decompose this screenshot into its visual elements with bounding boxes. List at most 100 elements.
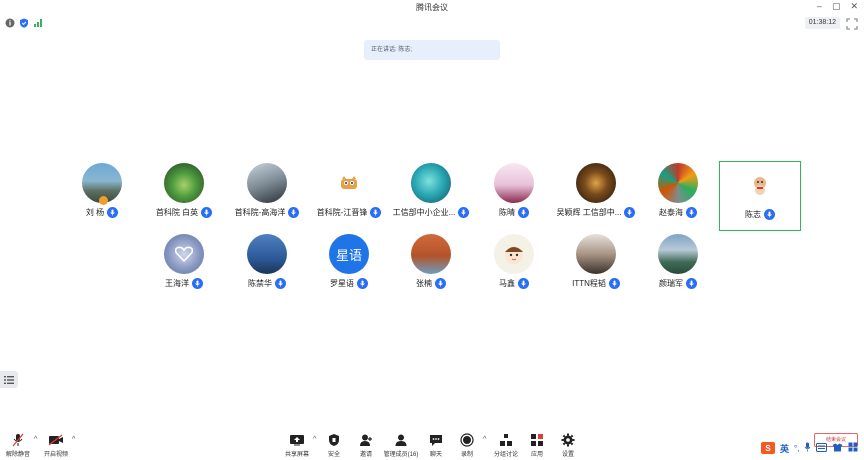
shield-icon[interactable] bbox=[19, 18, 29, 28]
voice-input-icon[interactable] bbox=[804, 439, 811, 457]
participant-tile[interactable]: 王海洋 bbox=[144, 231, 224, 301]
participant-tile[interactable]: 吴颖辉 工信部中... bbox=[556, 160, 636, 230]
participant-tile[interactable]: 马鑫 bbox=[474, 231, 554, 301]
signal-icon[interactable] bbox=[33, 18, 43, 28]
unmute-label: 解除静音 bbox=[5, 452, 30, 458]
participant-tile[interactable]: 星语 罗星语 bbox=[309, 231, 389, 301]
invite-label: 邀请 bbox=[359, 452, 372, 458]
participant-tile[interactable]: 颜瑞军 bbox=[638, 231, 718, 301]
ime-tray: S 英 °, bbox=[761, 441, 858, 455]
ime-language[interactable]: 英 bbox=[780, 442, 789, 455]
maximize-icon[interactable]: ▢ bbox=[832, 1, 841, 12]
avatar bbox=[411, 163, 451, 203]
fullscreen-icon[interactable] bbox=[846, 17, 858, 30]
participant-name: 罗星语 bbox=[330, 279, 354, 288]
security-label: 安全 bbox=[327, 452, 340, 458]
keyboard-icon[interactable] bbox=[816, 439, 828, 457]
microphone-icon bbox=[518, 207, 529, 218]
avatar bbox=[411, 234, 451, 274]
participant-tile[interactable]: 陈晴 bbox=[474, 160, 554, 230]
video-options-chevron-icon[interactable]: ^ bbox=[72, 436, 75, 443]
speaking-prefix: 正在讲话: bbox=[371, 47, 397, 53]
meeting-timer: 01:38:12 bbox=[804, 17, 840, 29]
invite-button[interactable]: 邀请 bbox=[348, 433, 384, 458]
close-icon[interactable]: ✕ bbox=[850, 1, 858, 12]
window-controls: – ▢ ✕ bbox=[817, 1, 858, 12]
participant-tile[interactable]: 工信部中小企业... bbox=[391, 160, 471, 230]
start-video-label: 开启视频 bbox=[43, 452, 68, 458]
host-badge-icon bbox=[99, 196, 108, 205]
avatar bbox=[494, 163, 534, 203]
avatar bbox=[740, 165, 780, 205]
avatar bbox=[247, 163, 287, 203]
speaking-name: 陈志; bbox=[398, 47, 413, 53]
microphone-icon bbox=[624, 207, 636, 218]
avatar bbox=[329, 163, 369, 203]
sogou-ime-icon[interactable]: S bbox=[761, 442, 775, 454]
meeting-window: 腾讯会议 – ▢ ✕ 01:38:12 正在讲话: 陈志; 刘 杨 首科院 白英… bbox=[0, 0, 864, 460]
participant-name: 颜瑞军 bbox=[659, 279, 683, 288]
participant-name: 张楠 bbox=[416, 279, 432, 288]
avatar bbox=[576, 234, 616, 274]
participant-tile[interactable]: 陈禁华 bbox=[227, 231, 307, 301]
participant-tile[interactable]: ITTN程韬 bbox=[556, 231, 636, 301]
microphone-icon bbox=[275, 278, 286, 289]
settings-label: 设置 bbox=[561, 452, 574, 458]
participant-name: 首科院-江晋锋 bbox=[316, 208, 368, 217]
participant-tile[interactable]: 首科院-高海洋 bbox=[227, 160, 307, 230]
microphone-icon bbox=[518, 278, 529, 289]
avatar bbox=[247, 234, 287, 274]
participant-name: 陈志 bbox=[745, 210, 761, 219]
avatar bbox=[494, 234, 534, 274]
participant-tile[interactable]: 首科院 白英 bbox=[144, 160, 224, 230]
participant-name: ITTN程韬 bbox=[572, 279, 606, 288]
microphone-icon bbox=[686, 207, 697, 218]
start-video-button[interactable]: 开启视频 bbox=[38, 433, 74, 458]
participant-name: 陈禁华 bbox=[248, 279, 272, 288]
participant-name: 首科院-高海洋 bbox=[234, 208, 286, 217]
microphone-icon bbox=[201, 207, 213, 218]
avatar bbox=[164, 163, 204, 203]
avatar-initials: 星语 bbox=[335, 247, 362, 263]
unmute-button[interactable]: 解除静音 bbox=[0, 433, 36, 458]
record-label: 录制 bbox=[460, 452, 473, 458]
settings-button[interactable]: 设置 bbox=[550, 433, 586, 458]
participant-name: 首科院 白英 bbox=[155, 208, 199, 217]
punctuation-icon[interactable]: °, bbox=[794, 444, 799, 453]
participant-name: 吴颖辉 工信部中... bbox=[556, 208, 622, 217]
minimize-icon[interactable]: – bbox=[817, 1, 822, 12]
participant-tile[interactable]: 张楠 bbox=[391, 231, 471, 301]
participant-name: 赵泰海 bbox=[659, 208, 683, 217]
toolbox-icon[interactable] bbox=[848, 439, 858, 457]
participant-tile[interactable]: 首科院-江晋锋 bbox=[309, 160, 389, 230]
member-list-toggle-icon[interactable] bbox=[0, 371, 18, 388]
microphone-icon bbox=[192, 278, 203, 289]
microphone-icon bbox=[435, 278, 446, 289]
bottom-toolbar: 解除静音 ^ 开启视频 ^ 共享屏幕 ^ 安全 邀请 管理成员(16) 聊天 录… bbox=[0, 430, 864, 460]
skin-icon[interactable] bbox=[832, 439, 843, 457]
avatar bbox=[658, 234, 698, 274]
participant-tile[interactable]: 赵泰海 bbox=[638, 160, 718, 230]
record-button[interactable]: 录制 bbox=[449, 433, 485, 458]
participant-name: 工信部中小企业... bbox=[392, 208, 456, 217]
participant-name: 马鑫 bbox=[499, 279, 515, 288]
info-icon[interactable] bbox=[5, 18, 15, 28]
share-screen-button[interactable]: 共享屏幕 bbox=[279, 433, 315, 458]
security-button[interactable]: 安全 bbox=[316, 433, 352, 458]
manage-members-label: 管理成员(16) bbox=[383, 452, 419, 458]
microphone-icon bbox=[458, 207, 470, 218]
participant-name: 陈晴 bbox=[499, 208, 515, 217]
avatar bbox=[576, 163, 616, 203]
microphone-icon bbox=[608, 278, 620, 289]
avatar bbox=[164, 234, 204, 274]
microphone-icon bbox=[107, 207, 119, 218]
participant-tile[interactable]: 刘 杨 bbox=[62, 160, 142, 230]
participant-name: 王海洋 bbox=[165, 279, 189, 288]
manage-members-button[interactable]: 管理成员(16) bbox=[383, 433, 419, 458]
participant-tile-active[interactable]: 陈志 bbox=[719, 161, 801, 231]
microphone-icon bbox=[686, 278, 697, 289]
share-screen-label: 共享屏幕 bbox=[284, 452, 309, 458]
audio-options-chevron-icon[interactable]: ^ bbox=[34, 436, 37, 443]
participant-name: 刘 杨 bbox=[85, 208, 105, 217]
record-options-chevron-icon[interactable]: ^ bbox=[483, 436, 486, 443]
